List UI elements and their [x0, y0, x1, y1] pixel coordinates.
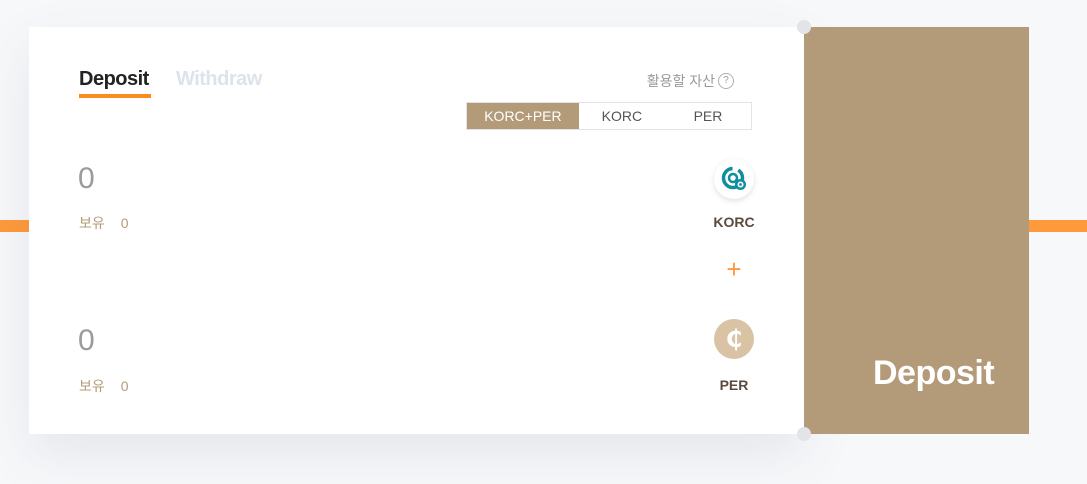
per-coin-icon: ₵	[714, 319, 754, 359]
asset-selector-label: 활용할 자산 ?	[647, 71, 734, 91]
asset-segmented-control: KORC+PER KORC PER	[466, 102, 752, 130]
korc-coin-icon	[714, 159, 754, 199]
korc-holdings-label: 보유	[79, 215, 105, 231]
plus-icon: +	[726, 254, 742, 284]
per-holdings-value: 0	[120, 378, 129, 394]
ticket-notch-bottom	[797, 427, 811, 441]
tab-deposit[interactable]: Deposit	[79, 68, 149, 91]
asset-option-korc-per[interactable]: KORC+PER	[467, 103, 579, 129]
asset-selector-label-text: 활용할 자산	[646, 73, 715, 89]
per-amount-input[interactable]: 0	[78, 324, 95, 358]
per-coin-symbol: ₵	[726, 325, 743, 353]
help-icon[interactable]: ?	[718, 73, 734, 89]
deposit-action-button[interactable]: Deposit	[873, 354, 995, 393]
accent-line-right	[1020, 220, 1087, 232]
korc-coin-name: KORC	[713, 214, 755, 230]
tab-deposit-underline	[79, 94, 151, 98]
korc-holdings-value: 0	[120, 215, 129, 231]
korc-holdings: 보유 0	[79, 213, 129, 233]
ticket-notch-top	[797, 20, 811, 34]
per-holdings: 보유 0	[79, 376, 129, 396]
korc-amount-input[interactable]: 0	[78, 162, 95, 196]
per-coin-name: PER	[719, 377, 749, 393]
tab-withdraw[interactable]: Withdraw	[176, 68, 262, 91]
stage: Deposit Withdraw 활용할 자산 ? KORC+PER KORC …	[0, 0, 1087, 484]
asset-option-korc[interactable]: KORC	[579, 103, 665, 129]
asset-option-per[interactable]: PER	[665, 103, 751, 129]
per-holdings-label: 보유	[79, 378, 105, 394]
